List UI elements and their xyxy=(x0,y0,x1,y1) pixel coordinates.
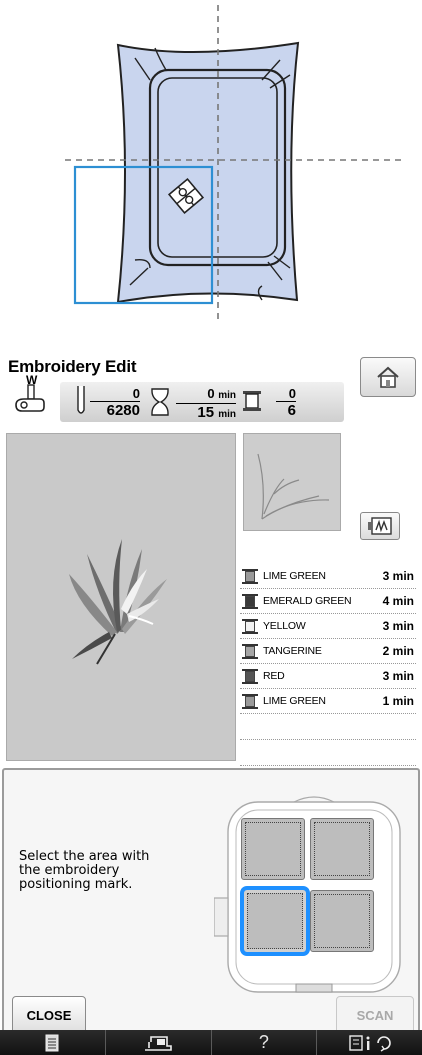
scan-button[interactable]: SCAN xyxy=(336,996,414,1034)
fabric-shape xyxy=(116,41,300,304)
bottom-toolbar: ? xyxy=(0,1030,422,1055)
color-name: LIME GREEN xyxy=(263,695,326,707)
area-bottom-right[interactable] xyxy=(310,890,374,952)
sewing-machine-icon xyxy=(145,1035,172,1051)
hoop-side-clip xyxy=(214,897,229,937)
list-item: EMERALD GREEN 4 min xyxy=(240,589,416,614)
home-icon xyxy=(377,366,399,388)
dialog-message: Select the area with the embroidery posi… xyxy=(19,850,204,892)
dialog-message-line: positioning mark. xyxy=(19,877,133,892)
list-item-empty xyxy=(240,740,416,766)
thread-change-count: 0 6 xyxy=(276,386,296,419)
home-button[interactable] xyxy=(360,357,416,397)
hoop-bottom-screw xyxy=(295,983,333,993)
hoop-top-tab xyxy=(293,796,335,803)
pattern-thumbnail xyxy=(243,433,341,531)
color-time: 3 min xyxy=(382,669,414,683)
time-elapsed-unit: min xyxy=(218,390,236,401)
floral-pattern-image xyxy=(69,539,167,665)
dialog-message-line: Select the area with xyxy=(19,849,150,864)
list-item: LIME GREEN 1 min xyxy=(240,689,416,714)
list-item: TANGERINE 2 min xyxy=(240,639,416,664)
color-name: YELLOW xyxy=(263,620,306,632)
color-name: LIME GREEN xyxy=(263,570,326,582)
pattern-info-button[interactable] xyxy=(0,1030,106,1055)
list-item: YELLOW 3 min xyxy=(240,614,416,639)
list-item-empty xyxy=(240,714,416,740)
area-top-right-inner xyxy=(314,822,370,876)
embroidery-edit-screen: Embroidery Edit W 0 6280 0 min 15 min 0 … xyxy=(0,354,422,1055)
area-bottom-left[interactable] xyxy=(240,886,310,956)
thread-spool-icon xyxy=(242,668,258,684)
hourglass-icon xyxy=(151,388,169,416)
color-name: EMERALD GREEN xyxy=(263,595,352,607)
settings-info-icon xyxy=(348,1034,391,1052)
close-button[interactable]: CLOSE xyxy=(12,996,86,1034)
stitch-count: 0 6280 xyxy=(90,386,140,419)
sewing-info-panel: 0 6280 0 min 15 min 0 6 xyxy=(60,382,344,422)
area-bottom-left-inner xyxy=(247,893,303,949)
sewing-time: 0 min 15 min xyxy=(176,386,236,423)
color-time: 2 min xyxy=(382,644,414,658)
color-time: 3 min xyxy=(382,569,414,583)
area-top-right[interactable] xyxy=(310,818,374,880)
presser-foot-label: W xyxy=(26,373,38,387)
thread-color-list: LIME GREEN 3 min EMERALD GREEN 4 min YEL… xyxy=(240,564,416,766)
color-name: TANGERINE xyxy=(263,645,322,657)
document-icon xyxy=(45,1034,59,1051)
area-bottom-right-inner xyxy=(314,894,370,948)
select-area-dialog: Select the area with the embroidery posi… xyxy=(2,768,420,1040)
color-time: 3 min xyxy=(382,619,414,633)
hoop-positioning-illustration xyxy=(65,5,402,320)
area-top-left[interactable] xyxy=(241,818,305,880)
pattern-outline-image xyxy=(257,453,330,520)
thread-spool-icon xyxy=(242,593,258,609)
thread-spool-icon xyxy=(242,693,258,709)
frame-display-icon xyxy=(368,517,392,535)
thread-current: 0 xyxy=(288,386,296,401)
thread-total: 6 xyxy=(276,401,296,419)
thread-spool-icon xyxy=(242,618,258,634)
time-total: 15 xyxy=(197,404,215,421)
thread-spool-icon xyxy=(242,643,258,659)
needle-icon xyxy=(77,386,85,414)
pattern-preview xyxy=(6,433,236,761)
list-item: RED 3 min xyxy=(240,664,416,689)
presser-foot-indicator: W xyxy=(10,373,50,415)
stitch-total: 6280 xyxy=(90,401,140,419)
area-top-left-inner xyxy=(245,822,301,876)
sewing-machine-button[interactable] xyxy=(106,1030,212,1055)
time-total-unit: min xyxy=(218,409,236,420)
list-item: LIME GREEN 3 min xyxy=(240,564,416,589)
embroidery-frame-button[interactable] xyxy=(360,512,400,540)
time-elapsed: 0 xyxy=(207,386,215,401)
stitch-current: 0 xyxy=(132,386,140,401)
color-name: RED xyxy=(263,670,285,682)
thread-spool-icon xyxy=(242,568,258,584)
help-icon: ? xyxy=(258,1032,269,1052)
color-time: 1 min xyxy=(382,694,414,708)
dialog-message-line: the embroidery xyxy=(19,863,120,878)
color-time: 4 min xyxy=(382,594,414,608)
help-button[interactable]: ? xyxy=(212,1030,318,1055)
settings-button[interactable] xyxy=(317,1030,422,1055)
thread-spool-icon xyxy=(243,391,261,411)
